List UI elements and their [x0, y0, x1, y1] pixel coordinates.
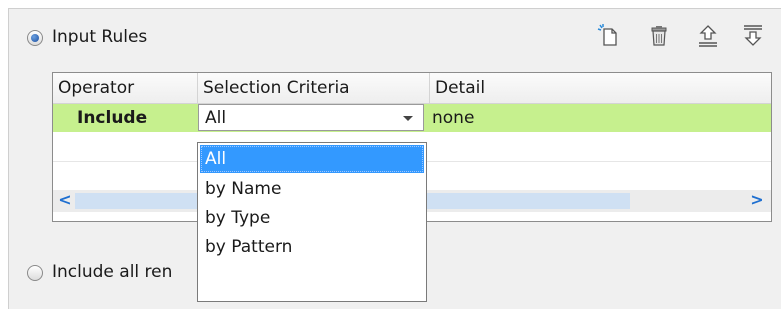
column-header-detail[interactable]: Detail	[430, 73, 771, 103]
selection-criteria-combo[interactable]: All	[198, 104, 424, 131]
include-all-label: Include all ren	[52, 262, 173, 282]
column-header-selection-criteria[interactable]: Selection Criteria	[198, 73, 430, 103]
column-header-operator[interactable]: Operator	[53, 73, 198, 103]
input-rules-radio[interactable]	[27, 30, 43, 46]
move-down-icon[interactable]	[740, 23, 766, 49]
scroll-left-icon[interactable]: <	[55, 191, 75, 211]
operator-cell: Include	[77, 108, 148, 128]
dropdown-option-by-pattern[interactable]: by Pattern	[200, 233, 424, 261]
new-rule-icon[interactable]	[596, 23, 622, 49]
delete-icon[interactable]	[646, 23, 672, 49]
table-header: Operator Selection Criteria Detail	[53, 73, 771, 104]
dropdown-option-all[interactable]: All	[200, 145, 424, 173]
detail-cell: none	[432, 108, 475, 128]
input-rules-label: Input Rules	[52, 27, 148, 47]
selection-criteria-dropdown: All by Name by Type by Pattern	[197, 142, 427, 302]
dropdown-option-by-type[interactable]: by Type	[200, 204, 424, 232]
chevron-down-icon[interactable]	[403, 116, 413, 121]
scroll-right-icon[interactable]: >	[747, 191, 767, 211]
include-all-radio[interactable]	[27, 265, 43, 281]
dropdown-option-by-name[interactable]: by Name	[200, 175, 424, 203]
selection-criteria-value: All	[205, 108, 227, 128]
move-up-icon[interactable]	[695, 23, 721, 49]
table-row[interactable]: Include All none	[53, 104, 771, 132]
